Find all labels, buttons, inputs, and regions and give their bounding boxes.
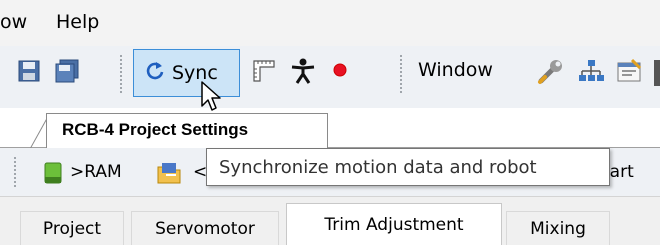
window-button[interactable]: Window bbox=[418, 59, 493, 81]
record-icon[interactable] bbox=[330, 60, 350, 80]
sync-tooltip: Synchronize motion data and robot bbox=[206, 148, 610, 186]
tab-mixing-label: Mixing bbox=[530, 219, 586, 239]
book-icon[interactable] bbox=[40, 160, 66, 186]
menu-bar: ow Help bbox=[0, 0, 660, 46]
write-ram-button[interactable]: >RAM bbox=[70, 162, 122, 182]
tooltip-text: Synchronize motion data and robot bbox=[219, 156, 537, 178]
save-icon[interactable] bbox=[16, 58, 42, 84]
tab-trim-adjustment-label: Trim Adjustment bbox=[324, 215, 464, 235]
tab-trim-adjustment[interactable]: Trim Adjustment bbox=[286, 203, 502, 245]
tab-project[interactable]: Project bbox=[20, 211, 124, 245]
tab-servomotor[interactable]: Servomotor bbox=[131, 211, 279, 245]
ruler-icon[interactable] bbox=[250, 56, 278, 86]
properties-icon[interactable] bbox=[614, 56, 644, 86]
mouse-cursor-icon bbox=[200, 80, 226, 118]
menu-help[interactable]: Help bbox=[56, 11, 99, 33]
document-tab-strip: RCB-4 Project Settings bbox=[0, 108, 660, 149]
document-tab-label: RCB-4 Project Settings bbox=[62, 120, 249, 139]
toolbar-separator-2 bbox=[400, 54, 402, 94]
main-toolbar: Sync Window bbox=[0, 46, 660, 108]
figure-icon[interactable] bbox=[288, 55, 318, 87]
tab-mixing[interactable]: Mixing bbox=[506, 211, 610, 245]
toolbar-overflow-edge bbox=[654, 60, 660, 86]
sync-icon bbox=[144, 60, 166, 86]
tab-servomotor-label: Servomotor bbox=[155, 219, 255, 239]
wrench-icon[interactable] bbox=[536, 55, 566, 87]
network-icon[interactable] bbox=[576, 56, 606, 86]
toolbar-separator bbox=[120, 54, 122, 94]
folder-load-icon[interactable] bbox=[154, 159, 184, 187]
save-all-icon[interactable] bbox=[52, 56, 82, 86]
settings-tabs: Project Servomotor Trim Adjustment Mixin… bbox=[0, 196, 660, 245]
tab-project-label: Project bbox=[42, 219, 102, 239]
menu-view[interactable]: ow bbox=[0, 11, 27, 33]
subbar-separator bbox=[14, 156, 16, 188]
